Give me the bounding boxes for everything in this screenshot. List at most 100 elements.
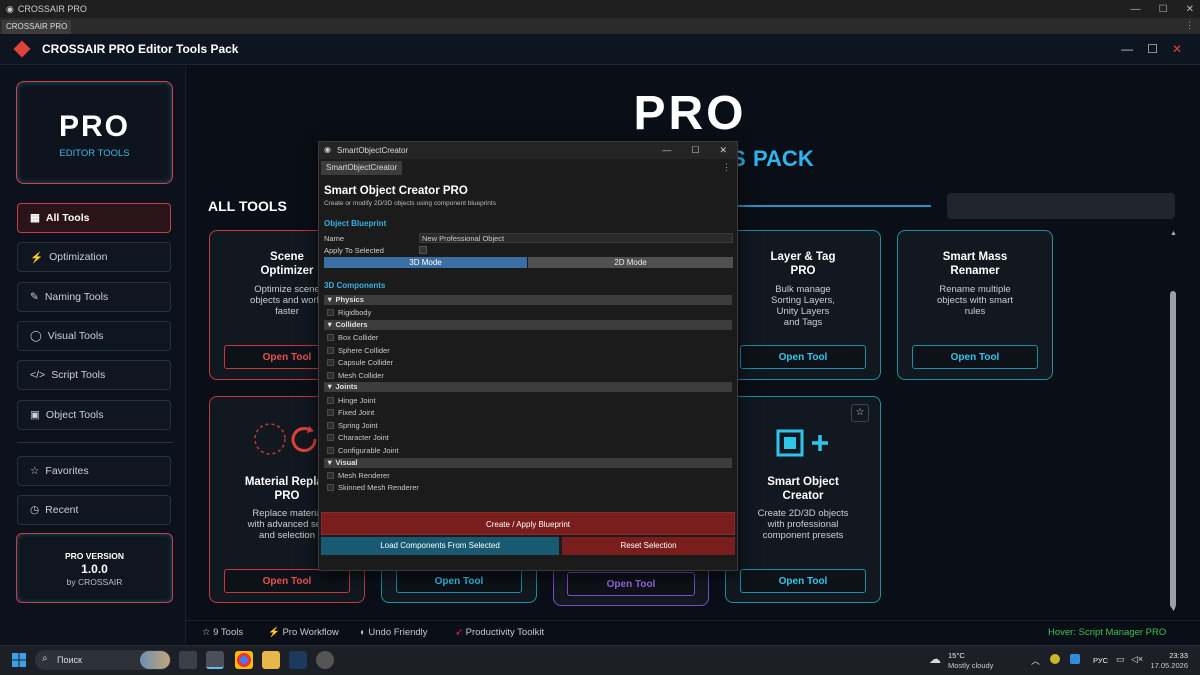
windows-start-icon[interactable] xyxy=(12,653,26,667)
tool-card-smart-mass-renamer: Smart Mass Renamer Rename multiple objec… xyxy=(897,230,1053,380)
component-row[interactable]: Skinned Mesh Renderer xyxy=(327,483,419,492)
component-row[interactable]: Box Collider xyxy=(327,333,378,342)
open-tool-button[interactable]: Open Tool xyxy=(567,572,695,596)
open-tool-button[interactable]: Open Tool xyxy=(224,569,350,593)
sidebar-item-naming-tools[interactable]: ✎ Naming Tools xyxy=(17,282,171,312)
app-minimize-icon[interactable]: — xyxy=(1121,42,1133,56)
name-field[interactable]: New Professional Object xyxy=(419,233,733,243)
component-checkbox[interactable] xyxy=(327,309,334,316)
component-checkbox[interactable] xyxy=(327,421,334,429)
component-checkbox[interactable] xyxy=(327,434,334,441)
apply-to-selected-checkbox[interactable] xyxy=(419,246,427,254)
component-checkbox[interactable] xyxy=(327,359,334,366)
open-tool-button[interactable]: Open Tool xyxy=(396,569,522,593)
scroll-up-icon[interactable]: ▲ xyxy=(1170,230,1177,237)
open-tool-button[interactable]: Open Tool xyxy=(740,569,866,593)
scrollbar-thumb[interactable] xyxy=(1170,291,1176,608)
tab-menu-icon[interactable]: ⋮ xyxy=(1185,20,1194,31)
dialog-maximize-icon[interactable]: ☐ xyxy=(691,145,699,156)
os-window-controls: — ☐ ✕ xyxy=(1131,0,1194,18)
hero-title: PRO xyxy=(633,87,747,140)
sidebar-item-visual-tools[interactable]: ◯ Visual Tools xyxy=(17,321,171,351)
component-checkbox[interactable] xyxy=(327,371,334,379)
grid-icon: ▦ xyxy=(30,212,40,224)
component-checkbox[interactable] xyxy=(327,334,334,341)
card-title: Creator xyxy=(782,490,824,502)
input-language[interactable]: РУС xyxy=(1093,656,1108,665)
sidebar-item-all-tools[interactable]: ▦ All Tools xyxy=(17,203,171,233)
app-maximize-icon[interactable]: ☐ xyxy=(1147,42,1158,56)
version-author: by CROSSAIR xyxy=(66,577,123,587)
sidebar-item-label: Naming Tools xyxy=(44,291,109,303)
component-checkbox[interactable] xyxy=(327,446,334,454)
component-row[interactable]: Mesh Collider xyxy=(327,371,384,380)
dialog-tab[interactable]: SmartObjectCreator xyxy=(321,161,403,175)
component-row[interactable]: Hinge Joint xyxy=(327,396,376,405)
component-checkbox[interactable] xyxy=(327,346,334,354)
volume-icon[interactable]: ◁× xyxy=(1131,654,1143,665)
reset-selection-button[interactable]: Reset Selection xyxy=(562,537,735,555)
component-row[interactable]: Mesh Renderer xyxy=(327,471,390,480)
circle-icon: ◯ xyxy=(30,330,42,342)
scroll-down-icon[interactable]: ▼ xyxy=(1170,606,1177,613)
component-row[interactable]: Rigidbody xyxy=(327,308,371,317)
component-checkbox[interactable] xyxy=(327,396,334,404)
search-input[interactable] xyxy=(947,193,1175,219)
close-icon[interactable]: ✕ xyxy=(1186,4,1194,15)
component-row[interactable]: Sphere Collider xyxy=(327,346,390,355)
taskbar-chrome-icon[interactable] xyxy=(235,651,253,669)
component-checkbox[interactable] xyxy=(327,471,334,479)
blueprint-section-title: Object Blueprint xyxy=(324,219,387,228)
component-row[interactable]: Capsule Collider xyxy=(327,358,393,367)
tray-app-icon-2[interactable] xyxy=(1070,654,1080,664)
component-row[interactable]: Spring Joint xyxy=(327,421,378,430)
sidebar-item-recent[interactable]: ◷ Recent xyxy=(17,495,171,525)
mode-2d-button[interactable]: 2D Mode xyxy=(528,257,733,268)
tab-crossair-pro[interactable]: CROSSAIR PRO xyxy=(2,20,72,34)
group-visual[interactable]: ▼ Visual xyxy=(324,458,732,468)
dialog-menu-icon[interactable]: ⋮ xyxy=(722,162,731,173)
open-tool-button[interactable]: Open Tool xyxy=(912,345,1038,369)
component-row[interactable]: Character Joint xyxy=(327,433,389,442)
taskbar-unity-icon[interactable] xyxy=(206,651,224,669)
group-joints[interactable]: ▼ Joints xyxy=(324,382,732,392)
create-apply-blueprint-button[interactable]: Create / Apply Blueprint xyxy=(321,512,735,535)
group-colliders[interactable]: ▼ Colliders xyxy=(324,320,732,330)
card-description: Unity Layers xyxy=(776,306,830,317)
maximize-icon[interactable]: ☐ xyxy=(1159,4,1168,15)
dialog-close-icon[interactable]: ✕ xyxy=(719,145,727,156)
open-tool-button[interactable]: Open Tool xyxy=(740,345,866,369)
load-components-button[interactable]: Load Components From Selected xyxy=(321,537,559,555)
taskbar-app-icon-2[interactable] xyxy=(316,651,334,669)
weather-cloud-icon: ☁ xyxy=(929,652,941,666)
pro-logo-subtitle: EDITOR TOOLS xyxy=(59,148,130,159)
clock-time[interactable]: 23:33 xyxy=(1152,651,1188,660)
dialog-minimize-icon[interactable]: — xyxy=(662,145,671,156)
group-physics[interactable]: ▼ Physics xyxy=(324,295,732,305)
chevron-up-icon[interactable]: ︿ xyxy=(1031,654,1040,667)
favorite-star-icon[interactable]: ☆ xyxy=(851,404,869,422)
clock-date[interactable]: 17.05.2026 xyxy=(1150,661,1188,670)
component-row[interactable]: Fixed Joint xyxy=(327,408,374,417)
taskbar-folder-icon[interactable] xyxy=(262,651,280,669)
network-icon[interactable]: ▭ xyxy=(1116,654,1125,665)
minimize-icon[interactable]: — xyxy=(1131,4,1141,15)
tool-card-layer-tag: Layer & Tag PRO Bulk manage Sorting Laye… xyxy=(725,230,881,380)
component-checkbox[interactable] xyxy=(327,409,334,416)
mode-3d-button[interactable]: 3D Mode xyxy=(324,257,527,268)
component-checkbox[interactable] xyxy=(327,484,334,491)
taskbar-steam-icon[interactable] xyxy=(289,651,307,669)
tool-card-smart-object-creator: ☆ Smart Object Creator Create 2D/3D obje… xyxy=(725,396,881,603)
component-row[interactable]: Configurable Joint xyxy=(327,446,398,455)
tray-app-icon-1[interactable] xyxy=(1050,654,1060,664)
sidebar-item-object-tools[interactable]: ▣ Object Tools xyxy=(17,400,171,430)
card-title: Smart Object xyxy=(767,476,839,488)
sidebar-item-script-tools[interactable]: </> Script Tools xyxy=(17,360,171,390)
os-window-titlebar: ◉ CROSSAIR PRO xyxy=(0,0,1200,18)
taskbar-app-icon-1[interactable] xyxy=(179,651,197,669)
sidebar-item-optimization[interactable]: ⚡ Optimization xyxy=(17,242,171,272)
section-title: ALL TOOLS xyxy=(208,198,287,214)
app-close-icon[interactable]: ✕ xyxy=(1172,42,1182,56)
card-description: Sorting Layers, xyxy=(771,295,835,306)
sidebar-item-favorites[interactable]: ☆ Favorites xyxy=(17,456,171,486)
